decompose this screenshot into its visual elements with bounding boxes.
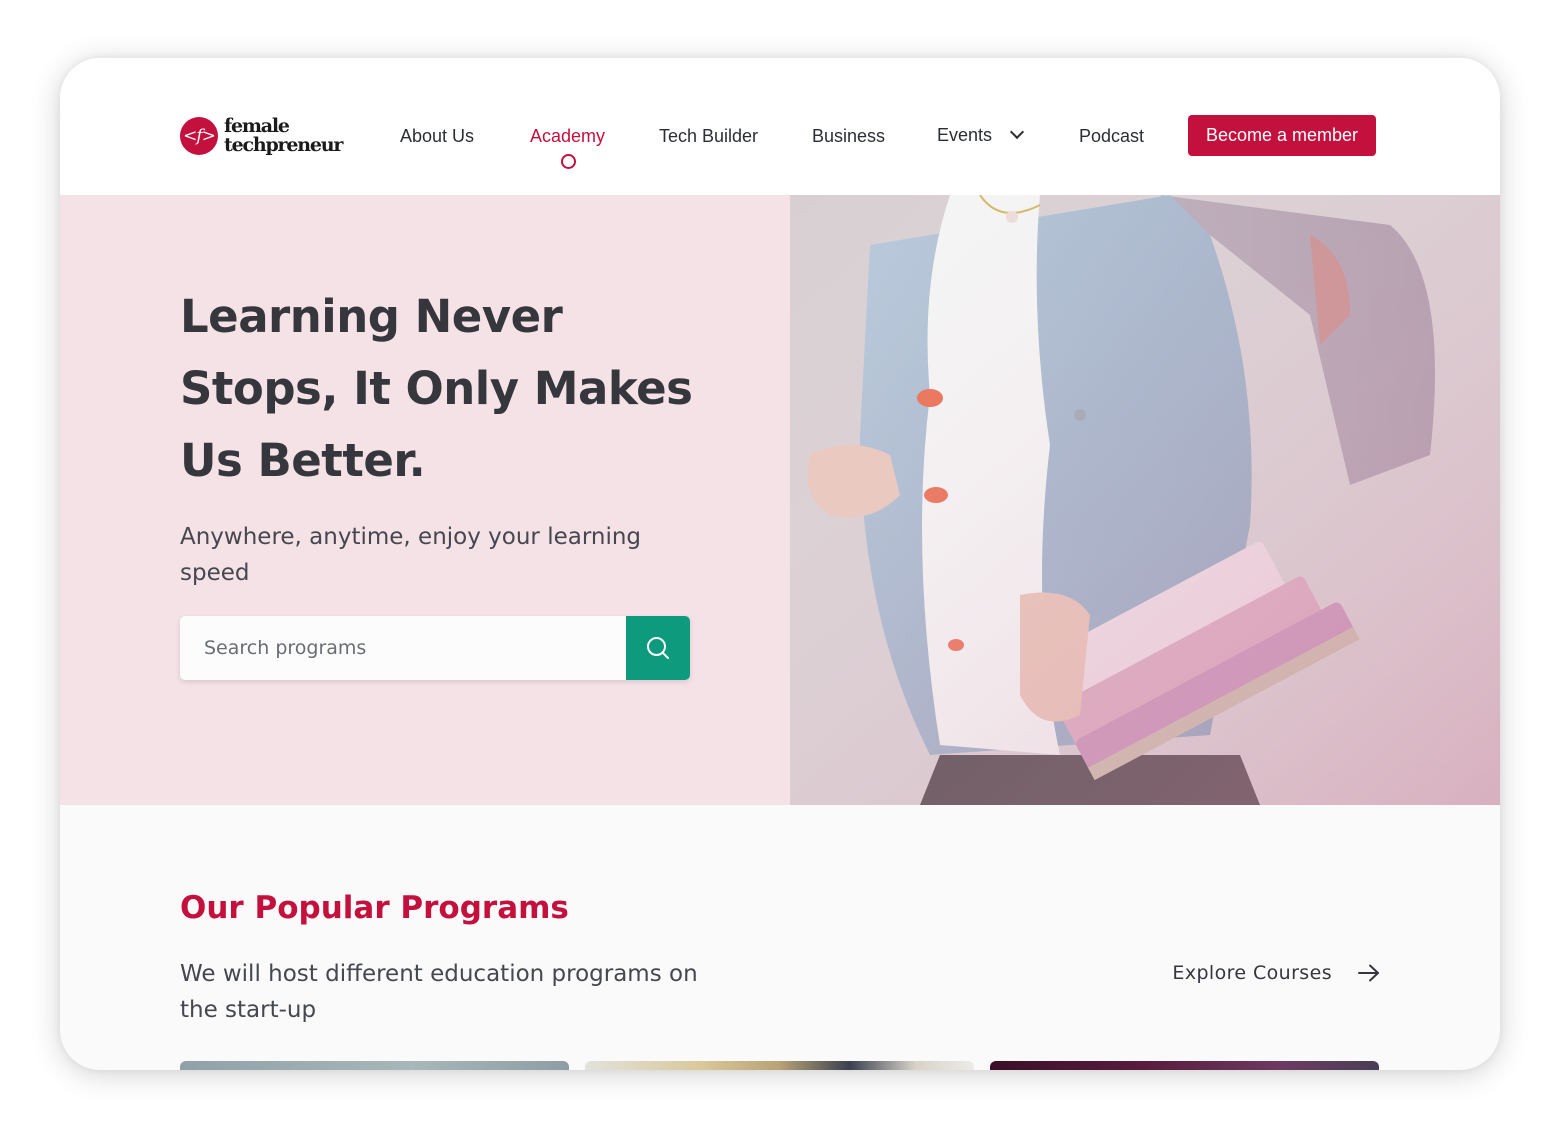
- logo-line-2: techpreneur: [224, 134, 343, 156]
- search-bar: [180, 616, 690, 680]
- logo-wordmark: female techpreneur: [224, 117, 343, 156]
- programs-title: Our Popular Programs: [180, 890, 569, 926]
- hero-section: Learning Never Stops, It Only Makes Us B…: [60, 195, 790, 805]
- student-with-books-illustration: [790, 195, 1500, 805]
- nav-tech-builder[interactable]: Tech Builder: [659, 126, 758, 147]
- become-member-button[interactable]: Become a member: [1188, 115, 1376, 156]
- explore-courses-label: Explore Courses: [1172, 962, 1332, 984]
- nav-events-label: Events: [937, 125, 993, 145]
- nav-academy[interactable]: Academy: [530, 126, 605, 147]
- nav-business[interactable]: Business: [812, 126, 885, 147]
- brand-logo[interactable]: <f> female techpreneur: [180, 114, 343, 158]
- programs-subtitle: We will host different education program…: [180, 961, 698, 1023]
- site-header: <f> female techpreneur About Us Academy …: [60, 58, 1500, 195]
- search-icon: [647, 637, 669, 659]
- hero-title: Learning Never Stops, It Only Makes Us B…: [180, 290, 693, 487]
- logo-mark-icon: <f>: [180, 117, 218, 155]
- hero-photo: [790, 195, 1500, 805]
- nav-events[interactable]: Events: [937, 124, 1025, 146]
- nav-podcast[interactable]: Podcast: [1079, 126, 1144, 147]
- chevron-down-icon: [1009, 124, 1025, 140]
- browser-frame: <f> female techpreneur About Us Academy …: [60, 58, 1500, 1070]
- search-button[interactable]: [626, 616, 690, 680]
- program-card-1[interactable]: [180, 1061, 569, 1070]
- nav-about-us[interactable]: About Us: [400, 126, 474, 147]
- program-card-2[interactable]: [585, 1061, 974, 1070]
- hero-subtitle: Anywhere, anytime, enjoy your learning s…: [180, 524, 642, 586]
- active-indicator-dot: [561, 154, 576, 169]
- search-input[interactable]: [180, 616, 626, 680]
- program-card-3[interactable]: [990, 1061, 1379, 1070]
- explore-courses-link[interactable]: Explore Courses: [1172, 962, 1380, 984]
- arrow-right-icon: [1358, 964, 1379, 982]
